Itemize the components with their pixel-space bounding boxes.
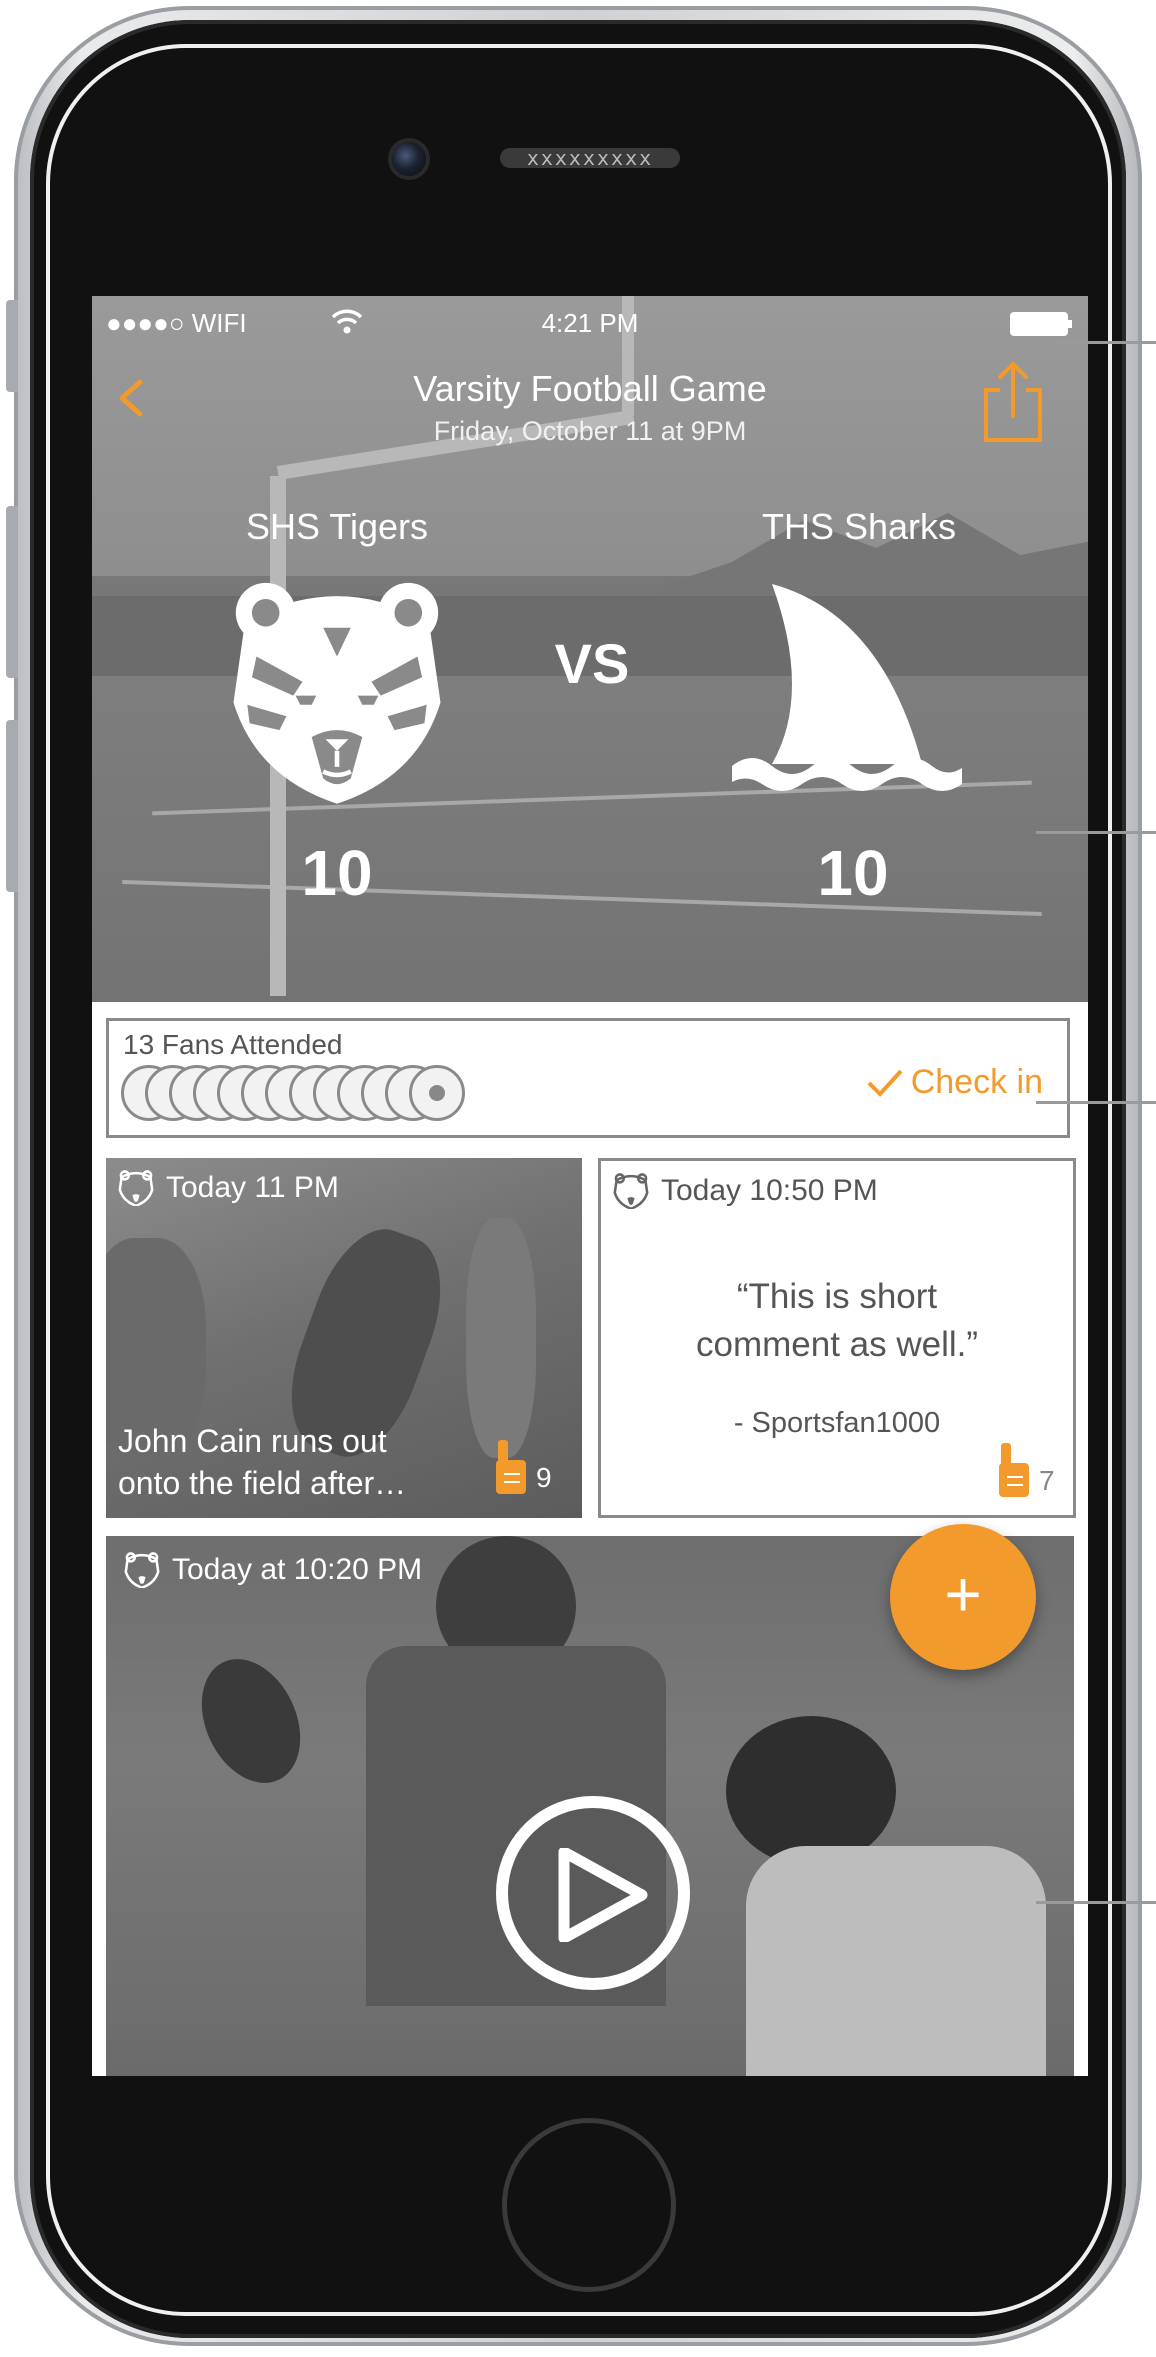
- comment-author: - Sportsfan1000: [733, 1407, 941, 1439]
- status-time: 4:21 PM: [541, 308, 639, 338]
- check-in-label: Check in: [910, 1063, 1043, 1101]
- photo-caption: John Cain runs out onto the field after…: [118, 1420, 406, 1504]
- like-button[interactable]: 7: [997, 1443, 1055, 1497]
- feed-timestamp: Today at 10:20 PM: [124, 1552, 422, 1588]
- feed-time: Today at 10:20 PM: [172, 1553, 423, 1586]
- callout-line: [1058, 341, 1156, 344]
- vs-label: VS: [554, 632, 630, 695]
- fans-attended-panel: 13 Fans Attended Check in: [106, 1018, 1070, 1138]
- foam-finger-icon: [496, 1440, 526, 1494]
- callout-line: [1036, 831, 1156, 834]
- quote-line: comment as well.”: [695, 1325, 979, 1364]
- feed-timestamp: Today 11 PM: [118, 1170, 339, 1206]
- video-football: [182, 1643, 320, 1799]
- tiger-icon: [613, 1173, 649, 1209]
- app-screen: ●●●●○ WIFI 4:21 PM Varsity Football Game…: [92, 296, 1088, 2076]
- like-count: 9: [536, 1462, 552, 1493]
- volume-up-button: [6, 506, 18, 678]
- comment-quote: “This is short comment as well.”: [601, 1273, 1073, 1369]
- play-button[interactable]: [496, 1796, 690, 1990]
- like-button[interactable]: 9: [494, 1440, 552, 1494]
- callout-line: [1036, 1101, 1156, 1104]
- share-icon[interactable]: [978, 358, 1048, 444]
- feed-time: Today 11 PM: [166, 1171, 339, 1204]
- video-defender: [746, 1846, 1046, 2076]
- earpiece-speaker: xxxxxxxxx: [500, 148, 680, 168]
- checkmark-icon: [867, 1069, 903, 1097]
- caption-line: onto the field after…: [118, 1465, 407, 1501]
- add-post-button[interactable]: +: [890, 1524, 1036, 1670]
- fan-avatar-row[interactable]: [121, 1065, 501, 1125]
- front-camera: [392, 142, 426, 176]
- quote-line: “This is short: [736, 1277, 938, 1316]
- fans-attended-label: 13 Fans Attended: [123, 1029, 343, 1060]
- tiger-icon: [233, 582, 441, 804]
- volume-down-button: [6, 720, 18, 892]
- feed-comment-card[interactable]: Today 10:50 PM “This is short comment as…: [598, 1158, 1076, 1518]
- tiger-icon: [118, 1170, 154, 1206]
- like-count: 7: [1039, 1465, 1055, 1496]
- photo-crowd: [466, 1218, 536, 1458]
- away-team-name: THS Sharks: [761, 506, 957, 547]
- home-team-name: SHS Tigers: [245, 506, 429, 547]
- check-in-button[interactable]: Check in: [865, 1063, 1043, 1102]
- feed-timestamp: Today 10:50 PM: [613, 1173, 878, 1209]
- page-title: Varsity Football Game: [413, 368, 767, 409]
- home-score: 10: [301, 837, 373, 909]
- feed-photo-card[interactable]: Today 11 PM John Cain runs out onto the …: [106, 1158, 582, 1518]
- away-score: 10: [817, 837, 889, 909]
- caption-line: John Cain runs out: [118, 1423, 387, 1459]
- page-subtitle: Friday, October 11 at 9PM: [433, 416, 747, 446]
- mute-switch: [6, 300, 18, 392]
- home-button[interactable]: [502, 2118, 676, 2292]
- play-icon: [558, 1848, 648, 1942]
- video-helmet: [726, 1716, 896, 1866]
- battery-icon: [1010, 312, 1072, 336]
- callout-line: [1036, 1901, 1156, 1904]
- game-hero: ●●●●○ WIFI 4:21 PM Varsity Football Game…: [92, 296, 1088, 1002]
- tiger-icon: [124, 1552, 160, 1588]
- fan-avatar: [409, 1065, 465, 1121]
- shark-fin-icon: [732, 584, 962, 791]
- foam-finger-icon: [999, 1443, 1029, 1497]
- feed-time: Today 10:50 PM: [661, 1174, 878, 1207]
